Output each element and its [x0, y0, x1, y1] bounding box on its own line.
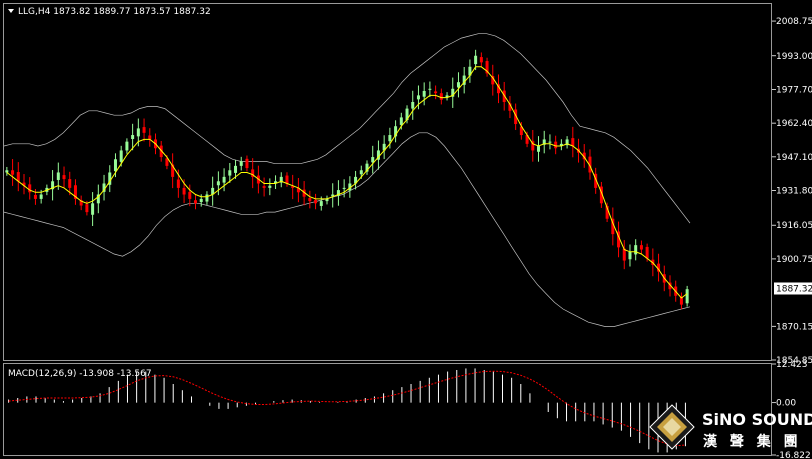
candle-body: [634, 245, 638, 255]
price-tick-label: 2008.75: [776, 17, 812, 27]
logo-name: SiNO SOUND: [702, 410, 812, 429]
chart-background: [0, 0, 812, 459]
price-tick-label: 1947.10: [776, 153, 812, 163]
candle-body: [308, 198, 312, 202]
logo-chinese: 漢 聲 集 團: [703, 433, 802, 450]
macd-header-text: MACD(12,26,9) -13.908 -13.567: [8, 369, 152, 379]
candle-body: [142, 127, 146, 133]
candle-body: [5, 170, 9, 173]
candle-body: [216, 181, 220, 186]
current-price-label: 1887.32: [776, 284, 812, 294]
price-tick-label: 1931.80: [776, 187, 812, 197]
candle-body: [125, 141, 129, 151]
candle-body: [548, 141, 552, 143]
macd-tick-label: 0.00: [776, 399, 796, 409]
candle-body: [62, 175, 66, 180]
candle-body: [439, 93, 443, 100]
candle-body: [11, 170, 15, 175]
candle-body: [342, 187, 346, 189]
candle-body: [639, 245, 643, 250]
candle-body: [456, 82, 460, 88]
candle-body: [359, 170, 363, 175]
candle-body: [234, 165, 238, 173]
candle-body: [319, 201, 323, 206]
candle-body: [176, 179, 180, 188]
candle-body: [148, 135, 152, 140]
price-tick-label: 1977.70: [776, 85, 812, 95]
candle-body: [422, 90, 426, 97]
candle-body: [268, 185, 272, 188]
candle-body: [685, 289, 689, 304]
candle-body: [428, 88, 432, 90]
candle-body: [285, 175, 289, 184]
candle-body: [188, 191, 192, 199]
candle-body: [85, 204, 89, 213]
candle-body: [39, 194, 43, 199]
candle-body: [222, 176, 226, 183]
candle-body: [68, 179, 72, 188]
price-tick-label: 1870.15: [776, 322, 812, 332]
candle-body: [33, 194, 37, 199]
symbol-header: LLG,H4 1873.82 1889.77 1873.57 1887.32: [8, 7, 211, 17]
candle-body: [91, 203, 95, 215]
price-tick-label: 1916.05: [776, 221, 812, 231]
candle-body: [645, 246, 649, 259]
symbol-ohlc-text: LLG,H4 1873.82 1889.77 1873.57 1887.32: [18, 7, 211, 17]
price-tick-label: 1993.00: [776, 52, 812, 62]
candle-body: [371, 157, 375, 163]
candle-body: [399, 117, 403, 125]
macd-tick-label: -16.822: [776, 451, 811, 459]
candle-body: [554, 141, 558, 149]
candle-body: [199, 198, 203, 202]
trading-chart[interactable]: 2008.75 1993.00 1977.70 1962.40 1947.10 1931.…: [0, 0, 812, 459]
candle-body: [136, 128, 140, 137]
candle-body: [388, 135, 392, 142]
candle-body: [194, 200, 198, 204]
candle-body: [416, 95, 420, 100]
macd-tick-label: 12.423: [776, 360, 808, 370]
candle-body: [537, 146, 541, 152]
candle-body: [262, 186, 266, 188]
candle-body: [245, 158, 249, 169]
candle-body: [205, 194, 209, 202]
candle-body: [119, 150, 123, 162]
candle-body: [434, 91, 438, 94]
price-tick-label: 1900.75: [776, 255, 812, 265]
candle-body: [239, 161, 243, 166]
price-tick-label: 1962.40: [776, 119, 812, 129]
sino-sound-logo: SiNO SOUND 漢 聲 集 團: [649, 404, 812, 450]
candle-body: [56, 172, 60, 180]
candle-body: [113, 159, 117, 172]
candle-body: [228, 170, 232, 176]
candle-body: [28, 184, 32, 193]
candle-body: [474, 55, 478, 65]
candle-body: [411, 102, 415, 109]
candle-body: [628, 251, 632, 260]
candle-body: [182, 187, 186, 195]
candle-body: [479, 57, 483, 63]
candle-body: [131, 135, 135, 140]
candle-body: [314, 199, 318, 204]
candle-body: [571, 138, 575, 147]
